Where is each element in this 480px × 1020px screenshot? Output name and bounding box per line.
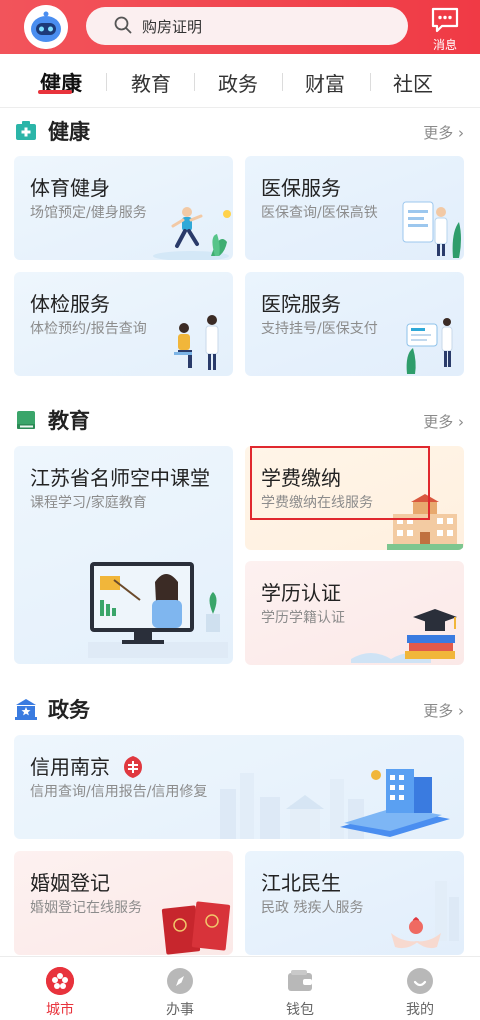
tab-divider [194,73,195,91]
checkup-illustration [174,315,219,370]
category-tabs: 健康 教育 政务 财富 社区 [0,54,480,108]
tab-divider [282,73,283,91]
card-title: 医保服务 [261,176,341,200]
tab-education[interactable]: 教育 [111,68,191,97]
search-icon [114,16,132,38]
teacher-screen-illustration [88,562,228,658]
smile-profile-icon [406,967,434,995]
selection-highlight [250,446,430,520]
card-subtitle: 信用查询/信用报告/信用修复 [30,784,208,800]
card-title: 江北民生 [261,871,341,895]
nav-label: 我的 [406,1002,434,1018]
card-online-classroom[interactable]: 江苏省名师空中课堂 课程学习/家庭教育 [14,446,233,664]
card-subtitle: 婚姻登记在线服务 [30,900,142,916]
tab-government[interactable]: 政务 [198,68,278,97]
marriage-certificate-illustration [161,901,231,955]
card-title: 信用南京 [30,755,110,779]
more-link[interactable]: 更多 › [423,122,464,143]
runner-illustration [153,207,231,260]
section-header-education: 教育 更多 › [0,403,480,439]
card-marriage-registration[interactable]: 婚姻登记 婚姻登记在线服务 [14,851,233,955]
city-skyline-illustration [220,769,450,839]
card-title: 江苏省名师空中课堂 [30,466,210,490]
tab-community[interactable]: 社区 [373,68,453,97]
card-hospital-service[interactable]: 医院服务 支持挂号/医保支付 [245,272,464,376]
card-subtitle: 体检预约/报告查询 [30,321,147,337]
card-jiangbei-livelihood[interactable]: 江北民生 民政 残疾人服务 [245,851,464,955]
message-label: 消息 [432,38,457,52]
search-placeholder: 购房证明 [142,18,203,36]
card-subtitle: 课程学习/家庭教育 [30,495,147,511]
tab-wealth[interactable]: 财富 [285,68,365,97]
nav-label: 城市 [46,1002,74,1018]
search-bar[interactable]: 购房证明 [86,7,408,45]
card-title: 体检服务 [30,292,110,316]
card-subtitle: 支持挂号/医保支付 [261,321,378,337]
nav-label: 办事 [166,1002,194,1018]
tab-divider [370,73,371,91]
graduation-books-illustration [351,609,457,663]
government-building-icon [14,697,38,725]
doctor-clipboard-illustration [402,201,461,258]
card-subtitle: 医保查询/医保高铁 [261,205,378,221]
card-sports-fitness[interactable]: 体育健身 场馆预定/健身服务 [14,156,233,260]
section-header-government: 政务 更多 › [0,692,480,728]
message-icon [430,6,460,38]
card-credit-nanjing[interactable]: 信用南京 信用查询/信用报告/信用修复 [14,735,464,839]
active-tab-indicator [38,90,72,94]
tab-divider [106,73,107,91]
helping-hands-illustration [391,881,459,949]
robot-avatar-icon[interactable] [24,5,68,49]
bottom-navigation: 城市 办事 钱包 我的 [0,956,480,1020]
chevron-right-icon: › [458,702,464,720]
hospital-card-illustration [406,318,453,374]
city-flower-icon [46,967,74,995]
medical-kit-icon [14,119,38,147]
card-subtitle: 学历学籍认证 [261,610,345,626]
more-link[interactable]: 更多 › [423,411,464,432]
chevron-right-icon: › [458,124,464,142]
more-label: 更多 [423,413,454,431]
nav-label: 钱包 [286,1002,314,1018]
more-label: 更多 [423,124,454,142]
card-title: 学历认证 [261,581,341,605]
card-subtitle: 场馆预定/健身服务 [30,205,147,221]
card-subtitle: 民政 残疾人服务 [261,900,364,916]
card-title: 体育健身 [30,176,110,200]
compass-icon [166,967,194,995]
card-medical-insurance[interactable]: 医保服务 医保查询/医保高铁 [245,156,464,260]
more-link[interactable]: 更多 › [423,700,464,721]
chevron-right-icon: › [458,413,464,431]
section-title: 健康 [48,120,90,144]
section-title: 政务 [48,698,90,722]
message-button[interactable]: 消息 [424,4,466,52]
section-header-health: 健康 更多 › [0,114,480,150]
section-title: 教育 [48,409,90,433]
more-label: 更多 [423,702,454,720]
card-title: 医院服务 [261,292,341,316]
card-degree-verification[interactable]: 学历认证 学历学籍认证 [245,561,464,665]
wallet-icon [286,967,314,995]
credit-nanjing-logo-icon [124,756,142,778]
card-physical-exam[interactable]: 体检服务 体检预约/报告查询 [14,272,233,376]
top-bar: 购房证明 消息 [0,0,480,54]
book-icon [14,408,38,436]
card-title: 婚姻登记 [30,871,110,895]
